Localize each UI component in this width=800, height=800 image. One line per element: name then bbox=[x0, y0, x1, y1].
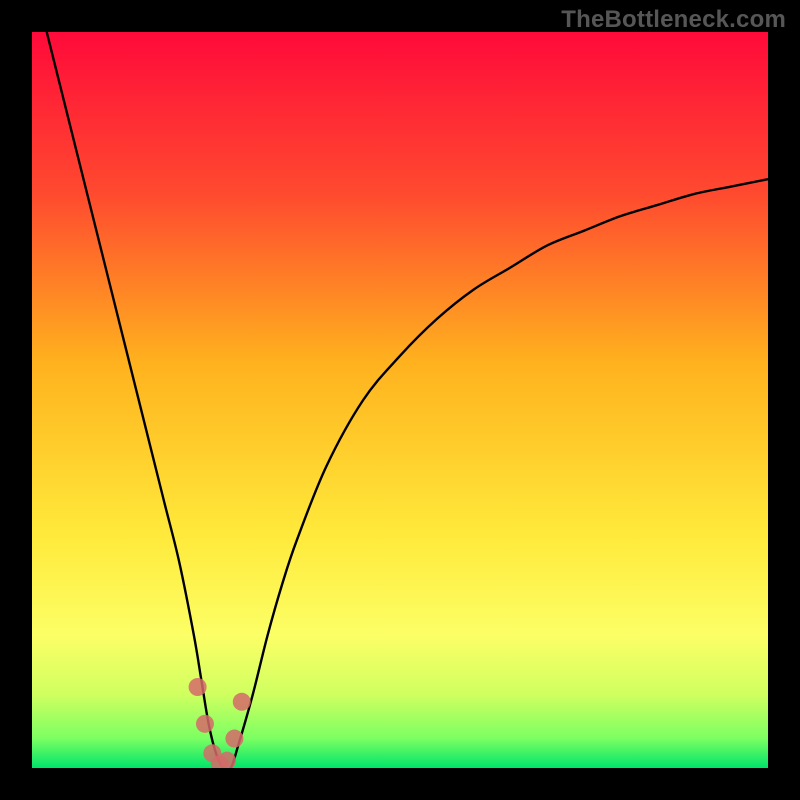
curve-marker bbox=[196, 715, 214, 733]
plot-area bbox=[32, 32, 768, 768]
watermark-text: TheBottleneck.com bbox=[561, 6, 786, 34]
curve-marker bbox=[189, 678, 207, 696]
bottleneck-curve bbox=[32, 32, 768, 768]
curve-marker bbox=[233, 693, 251, 711]
curve-marker bbox=[225, 730, 243, 748]
chart-outer-frame bbox=[0, 0, 800, 800]
